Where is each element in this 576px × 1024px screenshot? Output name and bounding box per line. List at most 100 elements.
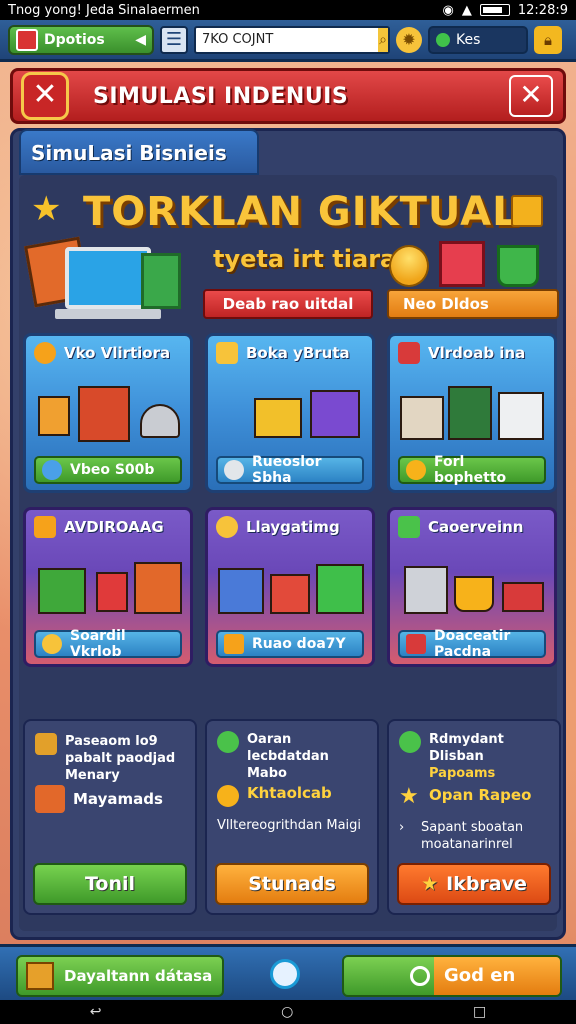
status-bar: Tnog yong! Jeda Sinalaermen ◉ ▲ 12:28:9 [0, 0, 576, 20]
red-crate-icon [270, 574, 310, 614]
crate-icon [134, 562, 182, 614]
list-item-text: Sapant sboatan moatanarinrel [421, 820, 524, 852]
card-footer-label: Ruao doa7Y [252, 636, 346, 652]
go-button[interactable]: God en [342, 955, 562, 997]
card-4[interactable]: AVDIROAAG Soardil Vkrlob [23, 507, 193, 667]
list-item: ★ Opan Rapeo [399, 786, 551, 809]
card-footer-button[interactable]: Doaceatir Pacdna [398, 628, 546, 660]
recents-icon[interactable]: □ [473, 1004, 486, 1020]
chest-icon [310, 390, 360, 438]
button-label: Ikbrave [446, 873, 527, 895]
card-footer-label: Vbeo S00b [70, 462, 155, 478]
refresh-icon[interactable] [270, 959, 300, 989]
planter-icon [502, 582, 544, 612]
office-illustration [24, 233, 181, 325]
chevron-right-icon: › [399, 820, 405, 835]
card-title: Vko Vlirtiora [64, 344, 171, 362]
menu-button[interactable]: ☰ [160, 25, 188, 54]
database-label: Dayaltann dátasa [64, 967, 213, 985]
rewards-illustration [379, 239, 549, 289]
signal-icon: ▲ [461, 2, 472, 18]
resource-display[interactable]: Kes [428, 25, 528, 54]
card-3[interactable]: Vlrdoab ina Forl bophetto [387, 333, 557, 493]
list-item: Rdmydant Dlisban Papoams [399, 731, 551, 782]
list-item-text: Opan Rapeo [429, 786, 532, 804]
gold-block-icon [511, 195, 543, 227]
list-item: Mayamads [35, 785, 187, 813]
tv-icon [406, 634, 426, 654]
list-item-line: Rdmydant Dlisban [429, 732, 504, 764]
database-button[interactable]: Dayaltann dátasa [16, 955, 224, 997]
card-footer-button[interactable]: Vbeo S00b [34, 456, 182, 484]
vending-machine-icon [448, 386, 492, 440]
coins-icon [389, 245, 429, 287]
sun-icon [406, 460, 426, 480]
card-5[interactable]: Llaygatimg Ruao doa7Y [205, 507, 375, 667]
card-footer-button[interactable]: Soardil Vkrlob [34, 628, 182, 660]
tab-business-sim[interactable]: SimuLasi Bisnieis [19, 129, 259, 175]
bell-icon [140, 404, 180, 438]
card-footer-button[interactable]: Forl bophetto [398, 454, 546, 486]
back-icon[interactable]: ↩ [90, 1004, 102, 1020]
column-right: Rdmydant Dlisban Papoams ★ Opan Rapeo › … [387, 719, 561, 915]
card-art [214, 376, 366, 452]
laptop-base [55, 309, 161, 319]
card-6[interactable]: Caoerveinn Doaceatir Pacdna [387, 507, 557, 667]
card-footer-label: Doaceatir Pacdna [434, 628, 511, 660]
card-art [396, 376, 548, 452]
list-item: Khtaolcab [217, 785, 369, 807]
search-input[interactable] [196, 27, 378, 52]
go-button-left [344, 957, 434, 995]
screen-icon [34, 516, 56, 538]
list-item: Vlltereogrithdan Maigi [217, 817, 369, 834]
options-button[interactable]: Dpotios ◀ [8, 24, 154, 55]
card-2[interactable]: Boka yBruta Rueoslor Sbha [205, 333, 375, 493]
close-button[interactable]: ✕ [509, 75, 553, 117]
shop-icon [398, 342, 420, 364]
box-icon [224, 634, 244, 654]
search-icon[interactable]: ⌕ [378, 27, 388, 52]
basket-icon [454, 576, 494, 612]
search-bar: ⌕ [194, 25, 390, 54]
list-item-text: Khtaolcab [247, 784, 332, 802]
pencil-cup-icon [38, 396, 70, 436]
gear-icon[interactable]: ✹ [396, 26, 422, 53]
list-item: Oaran lecbdatdan Mabo [217, 731, 369, 782]
register-icon [404, 566, 448, 614]
book-icon [96, 572, 128, 612]
card-header: Boka yBruta [216, 342, 364, 364]
card-title: AVDIROAAG [64, 518, 164, 536]
card-1[interactable]: Vko Vlirtiora Vbeo S00b [23, 333, 193, 493]
store-icon [400, 396, 444, 440]
card-footer-button[interactable]: Ruao doa7Y [216, 630, 364, 658]
card-art [396, 550, 548, 626]
tonil-button[interactable]: Tonil [33, 863, 187, 905]
card-art [214, 550, 366, 626]
hero-title: TORKLAN GIKTUAL [83, 189, 519, 235]
ikbrave-button[interactable]: ★ Ikbrave [397, 863, 551, 905]
card-header: Vlrdoab ina [398, 342, 546, 364]
stunads-button[interactable]: Stunads [215, 863, 369, 905]
go-label: God en [434, 957, 560, 995]
title-banner: ✕ SIMULASI INDENUIS ✕ [10, 68, 566, 124]
home-icon[interactable]: ○ [281, 1004, 293, 1020]
hero-red-button[interactable]: Deab rao uitdal [203, 289, 373, 319]
panel-inner: ★ TORKLAN GIKTUAL tyeta irt tiarani Deab… [19, 175, 561, 931]
card-header: Llaygatimg [216, 516, 364, 538]
card-footer-button[interactable]: Rueoslor Sbha [216, 454, 364, 486]
column-middle: Oaran lecbdatdan Mabo Khtaolcab Vlltereo… [205, 719, 379, 915]
system-nav-bar: ↩ ○ □ [0, 1000, 576, 1024]
column-left: Paseaom lo9 pabalt paodjad Menary Mayama… [23, 719, 197, 915]
calendar-icon [35, 733, 57, 755]
card-title: Caoerveinn [428, 518, 524, 536]
cart-icon [254, 398, 302, 438]
bottom-bar: Dayaltann dátasa God en [0, 944, 576, 1000]
leaf-icon [399, 731, 421, 753]
lock-icon[interactable]: 🔒︎ [534, 25, 562, 54]
target-icon [224, 460, 244, 480]
gift-icon [439, 241, 485, 287]
hero-orange-button[interactable]: Neo Dldos [387, 289, 559, 319]
battery-icon [479, 4, 510, 16]
card-header: Vko Vlirtiora [34, 342, 182, 364]
coin-icon [42, 634, 62, 654]
